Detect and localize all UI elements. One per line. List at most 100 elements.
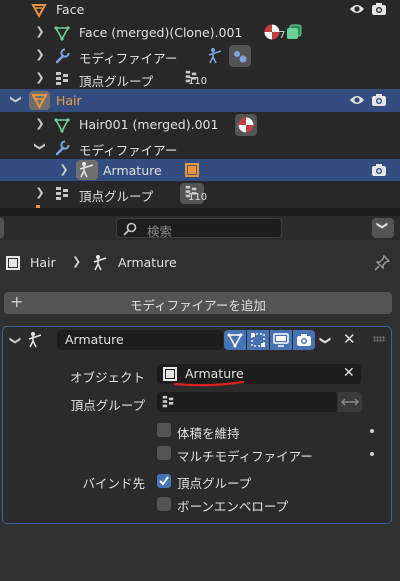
breadcrumb-object[interactable]: Hair bbox=[30, 255, 56, 270]
outliner-row-hair[interactable]: ❯ Hair bbox=[0, 89, 400, 112]
chevron-right-icon[interactable]: ❯ bbox=[34, 117, 46, 130]
wrench-icon bbox=[55, 140, 70, 156]
vertex-group-icon bbox=[56, 72, 68, 85]
arrow-left-right-icon bbox=[341, 398, 359, 406]
eye-icon[interactable] bbox=[349, 93, 365, 107]
outliner-row-label: モディファイアー bbox=[79, 51, 178, 66]
edit-mode-icon bbox=[227, 333, 243, 348]
outliner-row-label: Face bbox=[56, 2, 85, 17]
modifier-name-field[interactable]: Armature bbox=[57, 330, 223, 350]
vertex-group-icon bbox=[162, 395, 174, 408]
outliner-row-modifiers[interactable]: ❯ モディファイアー bbox=[0, 136, 400, 159]
add-modifier-label: モディファイアーを追加 bbox=[130, 298, 266, 313]
editor-type-toggle[interactable] bbox=[0, 218, 4, 238]
camera-icon[interactable] bbox=[371, 93, 387, 107]
outliner-row-label: Hair bbox=[56, 93, 82, 108]
breadcrumb: Hair ❯ Armature bbox=[0, 252, 400, 274]
wrench-icon bbox=[55, 48, 70, 64]
shape-keys-icon bbox=[287, 24, 302, 39]
render-toggle[interactable] bbox=[293, 330, 315, 350]
drag-handle[interactable] bbox=[373, 336, 385, 342]
breadcrumb-separator-icon: ❯ bbox=[72, 255, 82, 268]
outliner: Face ❯ Face (merged)(Clone).001 7 ❯ モディフ… bbox=[0, 0, 400, 208]
on-cage-toggle[interactable] bbox=[247, 330, 269, 350]
properties-editor: 検索 ❯ Hair ❯ Armature + モディファイアーを追加 ❯ Arm… bbox=[0, 216, 400, 581]
vertex-group-field[interactable] bbox=[157, 392, 337, 412]
editor-divider[interactable] bbox=[0, 208, 400, 216]
outliner-row-armature-modifier[interactable]: ❯ Armature bbox=[0, 159, 400, 181]
collapse-chevron-icon[interactable]: ❯ bbox=[9, 336, 22, 345]
chevron-down-icon: ❯ bbox=[376, 220, 390, 231]
mesh-object-icon bbox=[31, 4, 47, 18]
outliner-row-vertex-groups[interactable]: ❯ 頂点グループ 110 bbox=[0, 182, 400, 205]
outliner-row-modifiers[interactable]: ❯ モディファイアー bbox=[0, 44, 400, 67]
add-modifier-button[interactable]: + モディファイアーを追加 bbox=[4, 292, 392, 314]
search-field[interactable]: 検索 bbox=[116, 218, 282, 239]
edit-mode-toggle[interactable] bbox=[224, 330, 246, 350]
outliner-row-badge: 7 bbox=[279, 30, 286, 41]
camera-icon[interactable] bbox=[371, 163, 387, 177]
outliner-row-hair-mesh[interactable]: ❯ Hair001 (merged).001 bbox=[0, 113, 400, 136]
outliner-row-label: Face (merged)(Clone).001 bbox=[79, 25, 243, 40]
modifier-menu-chevron-icon[interactable]: ❯ bbox=[319, 336, 332, 345]
chevron-right-icon[interactable]: ❯ bbox=[34, 71, 46, 84]
preserve-volume-checkbox[interactable] bbox=[157, 423, 171, 437]
armature-modifier-icon bbox=[93, 255, 107, 271]
on-cage-icon bbox=[251, 333, 265, 347]
vertex-group-label: 頂点グループ bbox=[70, 398, 145, 413]
chevron-down-icon[interactable]: ❯ bbox=[10, 94, 23, 106]
outliner-row-face-mesh[interactable]: ❯ Face (merged)(Clone).001 7 bbox=[0, 21, 400, 44]
camera-icon bbox=[297, 334, 311, 346]
animate-property-dot[interactable] bbox=[370, 452, 374, 456]
search-icon bbox=[123, 222, 137, 236]
monitor-icon bbox=[273, 333, 289, 347]
mesh-data-icon bbox=[54, 118, 70, 133]
chevron-right-icon[interactable]: ❯ bbox=[34, 186, 46, 199]
invert-vertex-group-toggle[interactable] bbox=[338, 392, 362, 412]
mesh-data-icon bbox=[54, 26, 70, 41]
outliner-row-label: 頂点グループ bbox=[79, 74, 154, 89]
object-icon bbox=[6, 256, 20, 270]
search-placeholder: 検索 bbox=[147, 224, 173, 239]
outliner-row-badge: 110 bbox=[188, 76, 208, 87]
object-label: オブジェクト bbox=[69, 370, 145, 385]
properties-header: 検索 ❯ bbox=[0, 216, 400, 240]
bind-bone-envelopes-label: ボーンエンベロープ bbox=[177, 499, 289, 514]
bind-vertex-groups-label: 頂点グループ bbox=[177, 476, 252, 491]
multi-modifier-checkbox[interactable] bbox=[157, 446, 171, 460]
mesh-object-icon bbox=[29, 91, 50, 110]
checkmark-icon bbox=[159, 476, 169, 486]
armature-modifier-icon bbox=[76, 160, 98, 180]
modifier-name: Armature bbox=[65, 332, 124, 347]
breadcrumb-modifier[interactable]: Armature bbox=[118, 255, 177, 270]
armature-modifier-icon bbox=[208, 48, 222, 64]
bind-bone-envelopes-checkbox[interactable] bbox=[157, 497, 171, 511]
camera-icon[interactable] bbox=[371, 2, 387, 16]
chevron-right-icon[interactable]: ❯ bbox=[34, 25, 46, 38]
outliner-row-label: 頂点グループ bbox=[79, 189, 154, 204]
outliner-row-face[interactable]: Face bbox=[0, 0, 400, 21]
multi-modifier-label: マルチモディファイアー bbox=[177, 449, 313, 464]
outliner-row-badge: 110 bbox=[188, 192, 208, 203]
armature-modifier-panel: ❯ Armature ❯ ✕ オブジェクト Armature ✕ 頂点グループ … bbox=[2, 326, 392, 524]
bind-to-label: バインド先 bbox=[82, 476, 145, 491]
outliner-row-vertex-groups[interactable]: ❯ 頂点グループ 110 bbox=[0, 67, 400, 90]
preserve-volume-label: 体積を維持 bbox=[177, 426, 240, 441]
chevron-right-icon[interactable]: ❯ bbox=[58, 163, 70, 176]
chevron-right-icon[interactable]: ❯ bbox=[34, 48, 46, 61]
bind-vertex-groups-checkbox[interactable] bbox=[157, 474, 171, 488]
outliner-row-label: Hair001 (merged).001 bbox=[79, 117, 219, 132]
red-underline-annotation bbox=[173, 380, 245, 387]
options-dropdown[interactable]: ❯ bbox=[372, 218, 394, 238]
eye-icon[interactable] bbox=[349, 2, 365, 16]
viewport-toggle[interactable] bbox=[270, 330, 292, 350]
clear-object-icon[interactable]: ✕ bbox=[343, 365, 355, 381]
physics-modifier-icon bbox=[229, 45, 251, 67]
outliner-row-label: モディファイアー bbox=[79, 143, 178, 158]
remove-modifier-icon[interactable]: ✕ bbox=[343, 330, 356, 348]
armature-object-icon bbox=[185, 163, 199, 177]
material-icon bbox=[235, 114, 257, 136]
pin-icon[interactable] bbox=[374, 255, 390, 271]
chevron-down-icon[interactable]: ❯ bbox=[34, 141, 47, 153]
animate-property-dot[interactable] bbox=[370, 429, 374, 433]
